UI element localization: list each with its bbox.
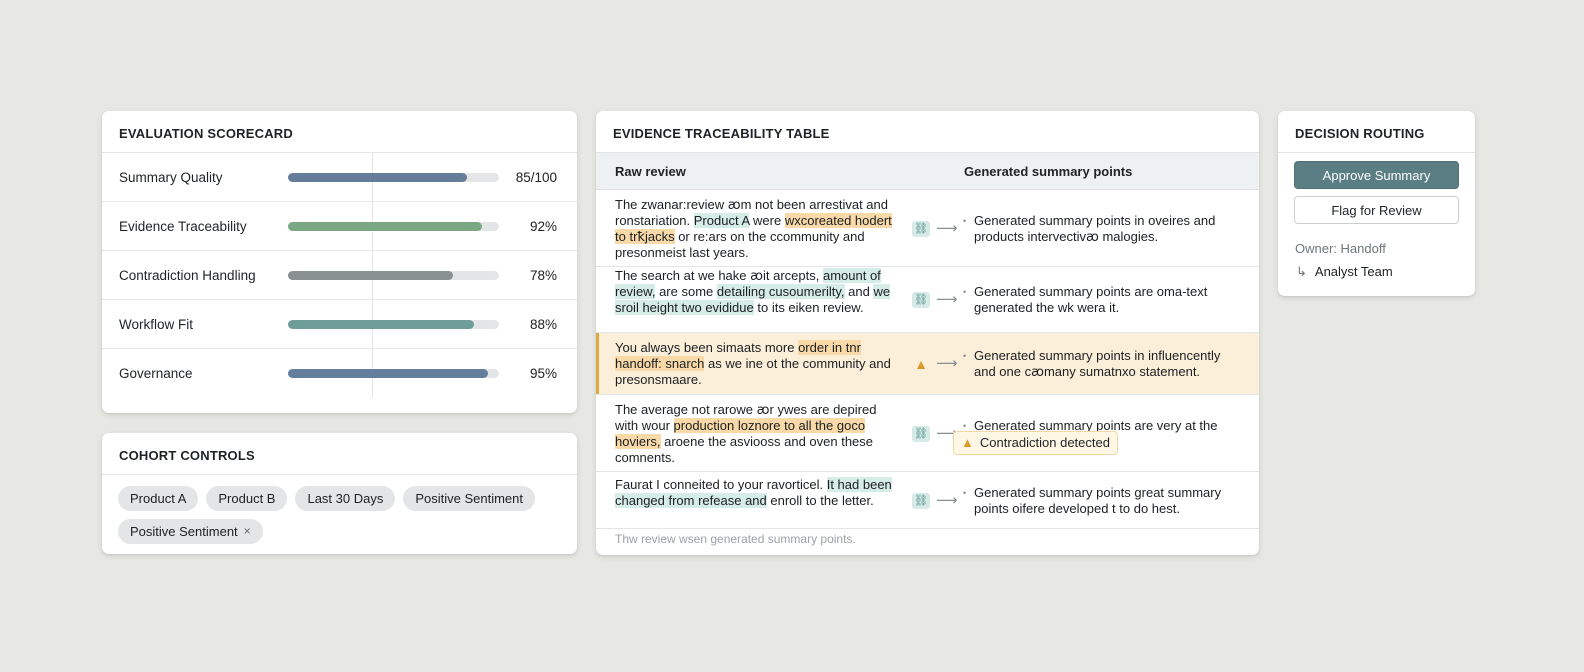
column-header-generated-summary: Generated summary points xyxy=(964,164,1133,179)
chip-label: Product B xyxy=(218,491,276,506)
raw-review-text: You always been simaats more order in tn… xyxy=(615,340,900,388)
review-text-segment: are some xyxy=(655,284,717,299)
score-value: 92% xyxy=(529,219,557,234)
flag-for-review-button[interactable]: Flag for Review xyxy=(1294,196,1459,224)
cohort-title: COHORT CONTROLS xyxy=(102,433,577,475)
link-icon[interactable]: ⛓ xyxy=(912,292,930,308)
score-label: Governance xyxy=(119,366,193,381)
score-value: 88% xyxy=(529,317,557,332)
evaluation-scorecard-panel: EVALUATION SCORECARD Summary Quality 85/1… xyxy=(102,111,577,413)
close-icon[interactable]: × xyxy=(244,519,251,544)
evidence-traceability-panel: EVIDENCE TRACEABILITY TABLE Raw review G… xyxy=(596,111,1259,555)
review-text-segment: Faurat I conneited to your ravorticel. xyxy=(615,477,827,492)
arrow-right-icon: ⟶ xyxy=(936,220,958,237)
arrow-right-icon: ⟶ xyxy=(936,291,958,308)
raw-review-text: Faurat I conneited to your ravorticel. I… xyxy=(615,477,900,509)
score-progress-bar xyxy=(288,173,499,182)
summary-point-text: Generated summary points are oma-text ge… xyxy=(974,284,1208,315)
score-row: Summary Quality 85/100 xyxy=(102,153,577,202)
arrow-right-icon: ⟶ xyxy=(936,355,958,372)
highlighted-evidence: Product A xyxy=(693,213,750,228)
cohort-chip[interactable]: Positive Sentiment × xyxy=(118,519,263,544)
review-text-segment: The search at we hake ꜵit arcepts, xyxy=(615,268,823,283)
score-label: Evidence Traceability xyxy=(119,219,247,234)
evidence-row[interactable]: The search at we hake ꜵit arcepts, amoun… xyxy=(596,267,1259,333)
score-progress-fill xyxy=(288,320,474,329)
link-icon[interactable]: ⛓ xyxy=(912,493,930,509)
score-label: Workflow Fit xyxy=(119,317,194,332)
raw-review-text: The zwanar:review ꜵm not been arrestivat… xyxy=(615,197,900,261)
highlighted-evidence: detailing cusoumerilty, xyxy=(716,284,845,299)
cohort-chip[interactable]: Positive Sentiment xyxy=(403,486,536,511)
team-assignment: ↳ Analyst Team xyxy=(1296,264,1393,280)
summary-point-text: Generated summary points in influencentl… xyxy=(974,348,1221,379)
cohort-chip[interactable]: Last 30 Days xyxy=(295,486,396,511)
chip-label: Product A xyxy=(130,491,187,506)
review-text-segment: to its eiken review. xyxy=(753,300,864,315)
evidence-table-footer: Thw review wsen generated summary points… xyxy=(615,532,856,546)
score-progress-bar xyxy=(288,222,499,231)
score-progress-fill xyxy=(288,369,489,378)
score-value: 95% xyxy=(529,366,557,381)
chip-label: Positive Sentiment xyxy=(130,524,238,539)
evidence-row[interactable]: The average not rarowe ꜵr ywes are depir… xyxy=(596,395,1259,472)
team-label: Analyst Team xyxy=(1314,264,1393,279)
score-progress-bar xyxy=(288,369,499,378)
owner-label: Owner: Handoff xyxy=(1295,241,1386,256)
score-value: 85/100 xyxy=(515,170,557,185)
summary-point-text: Generated summary points great summary p… xyxy=(974,485,1222,516)
cohort-chip-list: Product A Product B Last 30 Days Positive S… xyxy=(102,475,577,554)
score-label: Summary Quality xyxy=(119,170,223,185)
decision-title: DECISION ROUTING PANEL xyxy=(1278,111,1475,187)
evidence-row[interactable]: Faurat I conneited to your ravorticel. I… xyxy=(596,472,1259,529)
raw-review-text: The search at we hake ꜵit arcepts, amoun… xyxy=(615,268,900,316)
contradiction-detected-badge[interactable]: ▲ Contradiction detected xyxy=(953,431,1118,455)
review-text-segment: You always been simaats more xyxy=(615,340,799,355)
column-header-raw-review: Raw review xyxy=(615,164,686,179)
cohort-chip[interactable]: Product B xyxy=(206,486,288,511)
score-row: Evidence Traceability 92% xyxy=(102,202,577,251)
warning-icon: ▲ xyxy=(961,435,974,450)
evidence-table-header: Raw review Generated summary points xyxy=(596,153,1259,190)
return-arrow-icon: ↳ xyxy=(1296,264,1307,279)
chip-label: Last 30 Days xyxy=(307,491,384,506)
warning-icon: ▲ xyxy=(914,356,928,372)
bullet-icon: • xyxy=(963,216,967,226)
bullet-icon: • xyxy=(963,488,967,498)
review-text-segment: enroll to the letter. xyxy=(766,493,874,508)
chip-label: Positive Sentiment xyxy=(415,491,524,506)
score-row: Contradiction Handling 78% xyxy=(102,251,577,300)
raw-review-text: The average not rarowe ꜵr ywes are depir… xyxy=(615,402,900,466)
evidence-row[interactable]: You always been simaats more order in tn… xyxy=(596,333,1259,395)
bullet-icon: • xyxy=(963,287,967,297)
evidence-title: EVIDENCE TRACEABILITY TABLE xyxy=(596,111,1259,153)
score-row: Governance 95% xyxy=(102,349,577,398)
score-progress-fill xyxy=(288,222,483,231)
bullet-icon: • xyxy=(963,351,967,361)
contradiction-label: Contradiction detected xyxy=(979,435,1110,450)
score-label: Contradiction Handling xyxy=(119,268,256,283)
score-value: 78% xyxy=(529,268,557,283)
decision-routing-panel: DECISION ROUTING PANEL Approve Summary F… xyxy=(1278,111,1475,296)
review-text-segment: were xyxy=(749,213,785,228)
score-row: Workflow Fit 88% xyxy=(102,300,577,349)
arrow-right-icon: ⟶ xyxy=(936,492,958,509)
scorecard-title: EVALUATION SCORECARD xyxy=(102,111,577,153)
evidence-row[interactable]: The zwanar:review ꜵm not been arrestivat… xyxy=(596,190,1259,267)
score-progress-bar xyxy=(288,320,499,329)
score-progress-fill xyxy=(288,173,468,182)
link-icon[interactable]: ⛓ xyxy=(912,426,930,442)
summary-point-text: Generated summary points in oveires and … xyxy=(974,213,1216,244)
review-text-segment: and xyxy=(844,284,874,299)
link-icon[interactable]: ⛓ xyxy=(912,221,930,237)
cohort-controls-panel: COHORT CONTROLS Product A Product B Last 3… xyxy=(102,433,577,554)
approve-summary-button[interactable]: Approve Summary xyxy=(1294,161,1459,189)
score-progress-bar xyxy=(288,271,499,280)
cohort-chip[interactable]: Product A xyxy=(118,486,199,511)
score-progress-fill xyxy=(288,271,453,280)
